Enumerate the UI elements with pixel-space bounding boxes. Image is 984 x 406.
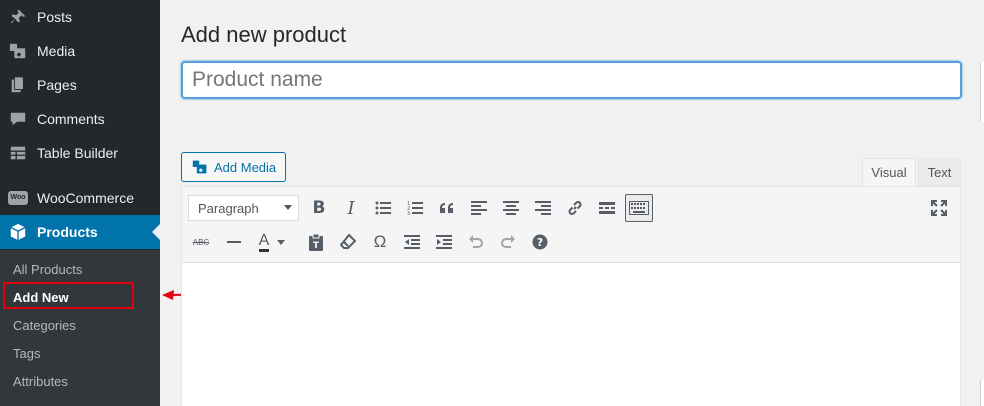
add-media-label: Add Media	[214, 159, 277, 175]
side-panel-edge	[980, 62, 984, 122]
special-character-button[interactable]: Ω	[366, 228, 394, 256]
format-select[interactable]: Paragraph	[188, 195, 299, 221]
pages-icon	[8, 75, 28, 95]
product-name-input[interactable]	[181, 61, 962, 99]
strikethrough-button[interactable]: ABC	[187, 228, 215, 256]
comment-icon	[8, 109, 28, 129]
media-icon	[8, 41, 28, 61]
pushpin-icon	[8, 7, 28, 27]
link-icon	[568, 201, 582, 215]
outdent-button[interactable]	[398, 228, 426, 256]
horizontal-line-icon	[227, 241, 241, 243]
toolbar-toggle-button[interactable]	[625, 194, 653, 222]
page-title: Add new product	[181, 22, 347, 47]
sidebar-item-posts[interactable]: Posts	[0, 0, 160, 34]
fullscreen-icon	[931, 200, 947, 216]
svg-text:?: ?	[537, 236, 543, 249]
bulleted-list-icon	[375, 201, 391, 215]
align-left-icon	[471, 201, 487, 215]
sidebar-item-label: WooCommerce	[37, 190, 134, 206]
special-character-icon: Ω	[373, 232, 387, 251]
media-icon	[192, 159, 208, 175]
clear-formatting-icon	[340, 234, 356, 249]
paste-as-text-button[interactable]: T	[302, 228, 330, 256]
annotation-highlight-box	[3, 282, 134, 309]
woocommerce-icon: Woo	[8, 188, 28, 208]
submenu-item-tags[interactable]: Tags	[13, 344, 40, 364]
active-indicator	[152, 224, 160, 240]
side-panel-edge-lower	[980, 380, 984, 406]
italic-button[interactable]: I	[337, 194, 365, 222]
woocommerce-icon-text: Woo	[8, 191, 28, 205]
fullscreen-button[interactable]	[925, 194, 953, 222]
add-media-button[interactable]: Add Media	[181, 152, 286, 182]
bold-icon: B	[312, 198, 326, 218]
clear-formatting-button[interactable]	[334, 228, 362, 256]
product-box-icon	[8, 222, 28, 242]
chevron-down-icon	[284, 205, 292, 210]
undo-icon	[469, 235, 483, 248]
svg-text:T: T	[313, 241, 320, 251]
sidebar-item-products[interactable]: Products	[0, 215, 160, 249]
numbered-list-icon: 123	[407, 201, 423, 215]
sidebar-item-label: Pages	[37, 77, 77, 93]
italic-icon: I	[347, 197, 355, 219]
align-right-button[interactable]	[529, 194, 557, 222]
read-more-icon	[599, 202, 615, 214]
sidebar-item-label: Media	[37, 43, 76, 59]
products-submenu: All Products Add New Categories Tags Att…	[0, 250, 160, 406]
indent-icon	[436, 235, 452, 249]
help-icon: ?	[532, 234, 548, 250]
indent-button[interactable]	[430, 228, 458, 256]
sidebar-item-table-builder[interactable]: Table Builder	[0, 136, 160, 170]
editor-toolbar: Paragraph B I 123 ABC A T Ω ?	[182, 187, 960, 263]
content-editor: Paragraph B I 123 ABC A T Ω ?	[181, 186, 961, 406]
toolbar-toggle-icon	[629, 201, 649, 215]
admin-sidebar: Posts Media Pages Comments Table Builder…	[0, 0, 160, 406]
text-color-icon: A	[258, 232, 270, 252]
align-center-button[interactable]	[497, 194, 525, 222]
blockquote-button[interactable]	[433, 194, 461, 222]
svg-text:3: 3	[407, 211, 410, 215]
align-center-icon	[503, 201, 519, 215]
blockquote-icon	[440, 203, 453, 213]
text-color-button[interactable]: A	[252, 228, 292, 256]
horizontal-line-button[interactable]	[220, 228, 248, 256]
undo-button[interactable]	[462, 228, 490, 256]
numbered-list-button[interactable]: 123	[401, 194, 429, 222]
redo-icon	[501, 235, 515, 248]
format-select-value: Paragraph	[198, 200, 259, 216]
sidebar-item-media[interactable]: Media	[0, 34, 160, 68]
help-button[interactable]: ?	[526, 228, 554, 256]
table-icon	[8, 143, 28, 163]
chevron-down-icon	[277, 239, 286, 245]
submenu-item-attributes[interactable]: Attributes	[13, 372, 68, 392]
sidebar-item-label: Table Builder	[37, 145, 118, 161]
tab-text[interactable]: Text	[918, 158, 961, 186]
align-left-button[interactable]	[465, 194, 493, 222]
read-more-button[interactable]	[593, 194, 621, 222]
sidebar-item-comments[interactable]: Comments	[0, 102, 160, 136]
insert-link-button[interactable]	[561, 194, 589, 222]
align-right-icon	[535, 201, 551, 215]
submenu-item-all-products[interactable]: All Products	[13, 260, 82, 280]
redo-button[interactable]	[494, 228, 522, 256]
tab-visual[interactable]: Visual	[862, 158, 916, 186]
bold-button[interactable]: B	[305, 194, 333, 222]
sidebar-item-label: Products	[37, 224, 98, 240]
bulleted-list-button[interactable]	[369, 194, 397, 222]
strikethrough-icon: ABC	[192, 237, 210, 247]
sidebar-item-woocommerce[interactable]: Woo WooCommerce	[0, 181, 160, 215]
sidebar-item-pages[interactable]: Pages	[0, 68, 160, 102]
paste-text-icon: T	[309, 233, 323, 251]
outdent-icon	[404, 235, 420, 249]
sidebar-item-label: Comments	[37, 111, 105, 127]
editor-content-area[interactable]	[182, 263, 960, 406]
sidebar-item-label: Posts	[37, 9, 73, 25]
submenu-item-categories[interactable]: Categories	[13, 316, 76, 336]
